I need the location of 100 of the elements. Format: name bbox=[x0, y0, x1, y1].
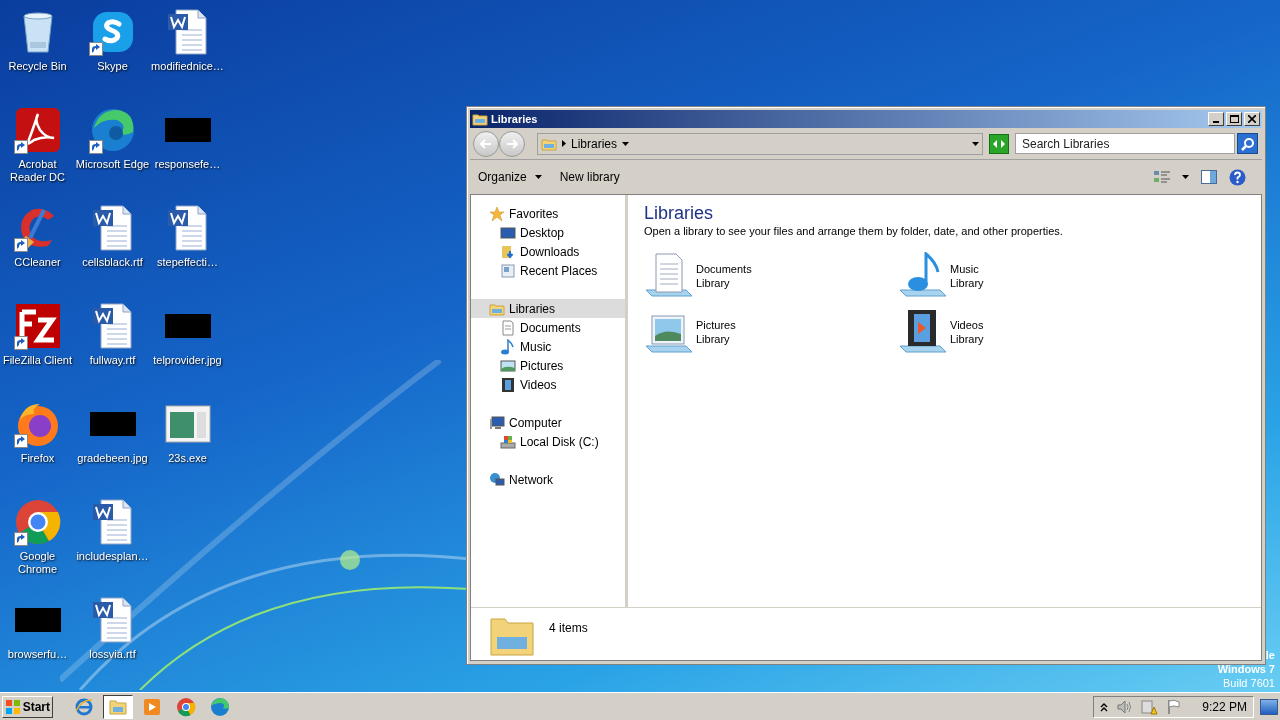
acrobat-icon bbox=[13, 106, 62, 154]
film-strip-icon bbox=[500, 376, 516, 393]
navigation-item[interactable]: Libraries bbox=[471, 299, 625, 318]
breadcrumb-link[interactable]: Libraries bbox=[571, 134, 618, 153]
speaker-icon bbox=[1116, 698, 1133, 715]
library-item[interactable]: Documents Library bbox=[644, 252, 898, 300]
desktop-icon-label[interactable]: 23s.exe bbox=[150, 452, 225, 465]
refresh-button[interactable] bbox=[989, 133, 1009, 154]
desktop-icon bbox=[500, 224, 516, 241]
star-icon bbox=[489, 205, 505, 222]
close-icon bbox=[1248, 115, 1256, 123]
navigation-item[interactable]: Favorites bbox=[471, 204, 625, 223]
navigation-item[interactable]: Pictures bbox=[471, 356, 625, 375]
desktop-icon-label[interactable]: Microsoft Edge bbox=[75, 158, 150, 171]
document-icon bbox=[500, 319, 516, 336]
minimize-button[interactable] bbox=[1208, 112, 1224, 126]
desktop-icon-label[interactable]: Acrobat Reader DC bbox=[0, 158, 75, 184]
image-thumbnail-icon bbox=[14, 608, 61, 632]
music-library-icon bbox=[898, 252, 948, 300]
desktop-icon-label[interactable]: Recycle Bin bbox=[0, 60, 75, 73]
content-description: Open a library to see your files and arrange them by folder, date, and other properties. bbox=[644, 225, 1064, 238]
help-button[interactable] bbox=[1229, 168, 1246, 186]
navigation-item[interactable]: Music bbox=[471, 337, 625, 356]
internet-explorer-icon bbox=[74, 696, 94, 717]
chrome-icon bbox=[13, 498, 62, 546]
back-button[interactable] bbox=[473, 130, 499, 157]
media-player-icon bbox=[142, 696, 162, 717]
refresh-icon bbox=[992, 138, 1006, 149]
maximize-icon bbox=[1229, 115, 1239, 123]
hard-disk-icon bbox=[500, 433, 516, 450]
desktop-icon-label[interactable]: Firefox bbox=[0, 452, 75, 465]
clock[interactable]: 9:22 PM bbox=[1202, 697, 1247, 716]
view-options-button[interactable] bbox=[1154, 170, 1189, 184]
toolbar-button[interactable]: Organize bbox=[478, 168, 542, 186]
chevron-up-icon bbox=[1100, 701, 1109, 712]
taskbar-app-button[interactable] bbox=[103, 694, 133, 719]
history-caret-icon bbox=[972, 141, 979, 146]
pictures-icon bbox=[500, 357, 516, 374]
desktop-icon-label[interactable]: telprovider.jpg bbox=[150, 354, 225, 367]
desktop-icon-label[interactable]: includesplan… bbox=[75, 550, 150, 563]
navigation-item[interactable]: Documents bbox=[471, 318, 625, 337]
image-thumbnail-icon bbox=[164, 118, 211, 142]
maximize-button[interactable] bbox=[1226, 112, 1242, 126]
item-count: 4 items bbox=[549, 620, 588, 637]
recent-places-icon bbox=[500, 262, 516, 279]
address-bar[interactable]: Libraries bbox=[537, 132, 983, 155]
preview-pane-button[interactable] bbox=[1201, 170, 1217, 184]
desktop-icon-label[interactable]: gradebeen.jpg bbox=[75, 452, 150, 465]
filezilla-icon bbox=[13, 302, 62, 350]
content-heading: Libraries bbox=[644, 202, 715, 225]
windows-logo-icon bbox=[5, 698, 21, 715]
search-field[interactable]: Search Libraries bbox=[1015, 133, 1235, 154]
library-item[interactable]: Pictures Library bbox=[644, 308, 898, 356]
window-title: Libraries bbox=[491, 111, 538, 127]
navigation-item[interactable]: Recent Places bbox=[471, 261, 625, 280]
desktop-icon-label[interactable]: Google Chrome bbox=[0, 550, 75, 576]
caret-icon bbox=[1182, 175, 1189, 179]
edge-icon bbox=[210, 696, 230, 717]
desktop-icon-label[interactable]: lossvia.rtf bbox=[75, 648, 150, 661]
os-build-text: Windows 7 bbox=[1217, 662, 1275, 676]
details-view-icon bbox=[1154, 170, 1170, 184]
os-build-text: Build 7601 bbox=[1223, 676, 1275, 690]
forward-arrow-icon bbox=[506, 138, 518, 149]
network-icon bbox=[489, 471, 505, 488]
caret-icon bbox=[534, 175, 542, 179]
start-button[interactable]: Start bbox=[2, 695, 53, 718]
forward-button[interactable] bbox=[499, 130, 525, 157]
library-item[interactable]: Music Library bbox=[898, 252, 1152, 300]
preview-pane-icon bbox=[1201, 170, 1217, 184]
back-arrow-icon bbox=[480, 138, 492, 149]
navigation-item[interactable]: Desktop bbox=[471, 223, 625, 242]
videos-library-icon bbox=[898, 308, 948, 356]
close-button[interactable] bbox=[1244, 112, 1260, 126]
search-icon bbox=[1240, 136, 1255, 151]
navigation-item[interactable]: Computer bbox=[471, 413, 625, 432]
desktop-icon-label[interactable]: modifiednice… bbox=[150, 60, 225, 73]
chevron-icon bbox=[562, 140, 566, 147]
desktop-icon-label[interactable]: Skype bbox=[75, 60, 150, 73]
show-desktop-button[interactable] bbox=[1260, 698, 1278, 715]
desktop-icon-label[interactable]: cellsblack.rtf bbox=[75, 256, 150, 269]
desktop-icon-label[interactable]: FileZilla Client bbox=[0, 354, 75, 367]
library-folder-icon bbox=[472, 111, 488, 127]
flag-icon bbox=[1166, 698, 1183, 715]
navigation-item[interactable]: Local Disk (C:) bbox=[471, 432, 625, 451]
chrome-icon bbox=[176, 696, 196, 717]
navigation-item[interactable]: Network bbox=[471, 470, 625, 489]
desktop-icon-label[interactable]: stepeffecti… bbox=[150, 256, 225, 269]
download-folder-icon bbox=[500, 243, 516, 260]
network-warning-icon bbox=[1140, 698, 1159, 715]
caret-icon bbox=[622, 141, 630, 146]
navigation-item[interactable]: Videos bbox=[471, 375, 625, 394]
desktop-icon-label[interactable]: browserfu… bbox=[0, 648, 75, 661]
toolbar-button[interactable]: New library bbox=[559, 168, 620, 186]
document-library-icon bbox=[644, 252, 694, 300]
library-item[interactable]: Videos Library bbox=[898, 308, 1152, 356]
desktop-icon-label[interactable]: fullway.rtf bbox=[75, 354, 150, 367]
navigation-item[interactable]: Downloads bbox=[471, 242, 625, 261]
search-button[interactable] bbox=[1237, 133, 1258, 154]
desktop-icon-label[interactable]: CCleaner bbox=[0, 256, 75, 269]
desktop-icon-label[interactable]: responsefe… bbox=[150, 158, 225, 171]
